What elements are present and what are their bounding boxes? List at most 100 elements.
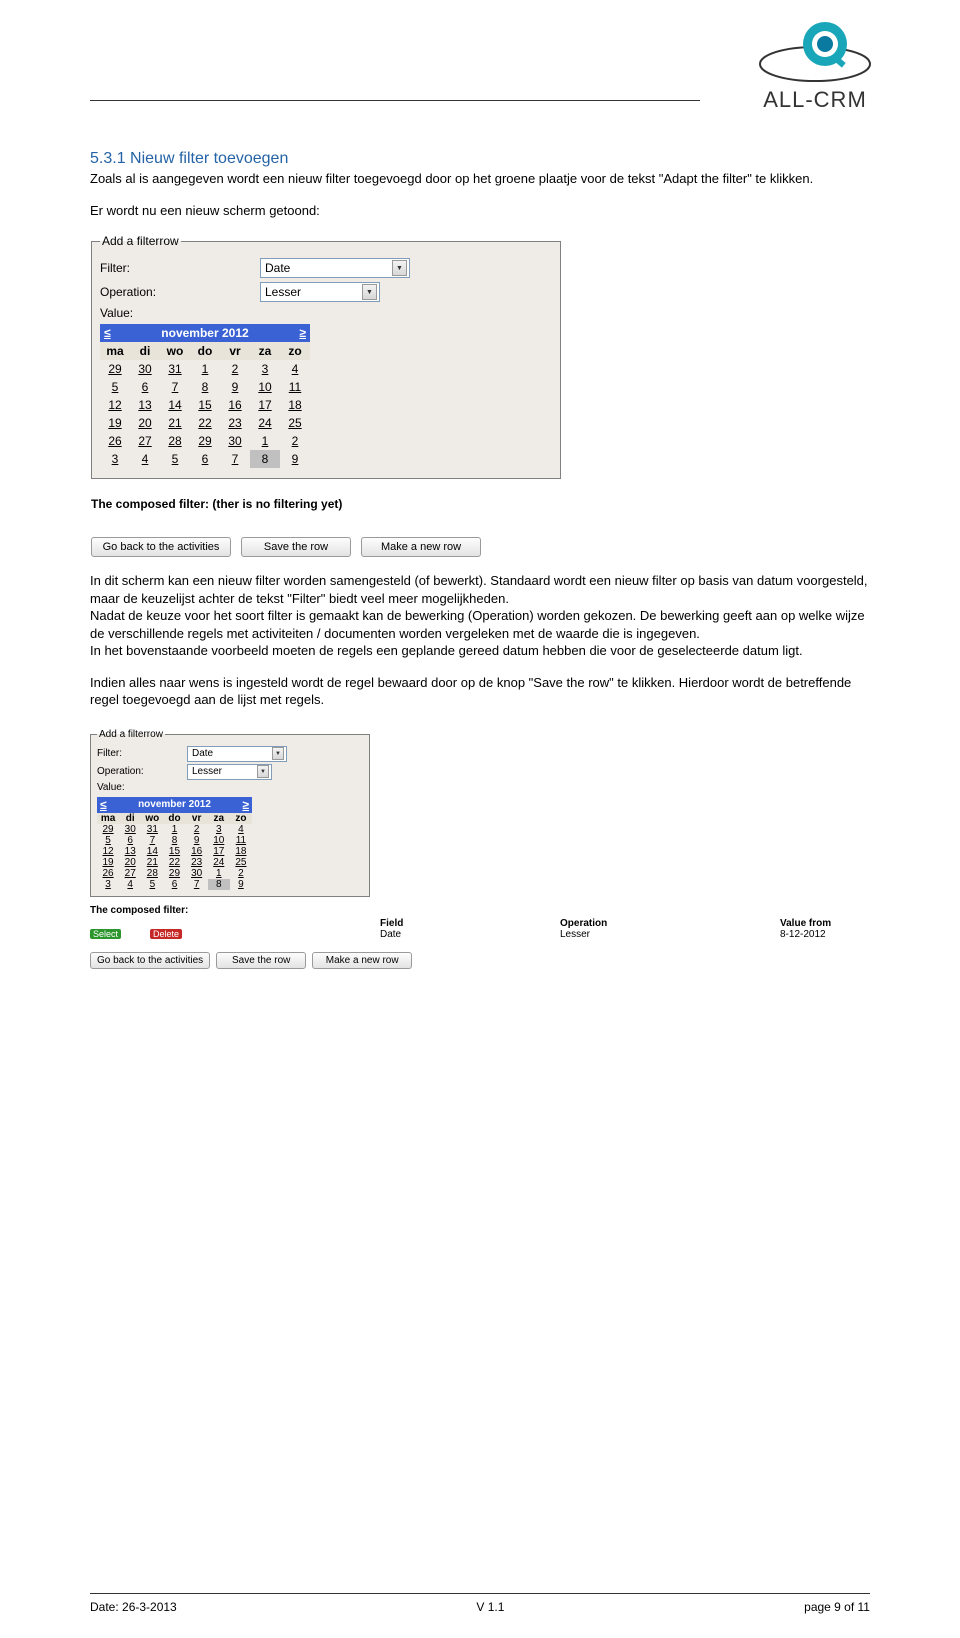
calendar-day[interactable]: 3 xyxy=(250,360,280,378)
calendar-day[interactable]: 28 xyxy=(141,868,163,879)
calendar-day[interactable]: 23 xyxy=(186,857,208,868)
calendar-day[interactable]: 2 xyxy=(230,868,252,879)
calendar-day[interactable]: 5 xyxy=(141,879,163,890)
go-back-button-2[interactable]: Go back to the activities xyxy=(90,952,210,969)
calendar-day[interactable]: 4 xyxy=(119,879,141,890)
calendar-day[interactable]: 1 xyxy=(190,360,220,378)
calendar-day[interactable]: 11 xyxy=(230,835,252,846)
prev-month-icon[interactable]: ≤ xyxy=(100,798,107,812)
calendar-day[interactable]: 9 xyxy=(280,450,310,468)
calendar-day[interactable]: 3 xyxy=(97,879,119,890)
calendar-day[interactable]: 21 xyxy=(141,857,163,868)
calendar-day[interactable]: 4 xyxy=(230,824,252,835)
calendar-day[interactable]: 30 xyxy=(220,432,250,450)
calendar-day[interactable]: 8 xyxy=(208,879,230,890)
calendar-day[interactable]: 7 xyxy=(186,879,208,890)
calendar-day[interactable]: 8 xyxy=(190,378,220,396)
calendar-day[interactable]: 29 xyxy=(100,360,130,378)
calendar-day[interactable]: 15 xyxy=(190,396,220,414)
calendar-day[interactable]: 4 xyxy=(130,450,160,468)
calendar-day[interactable]: 7 xyxy=(160,378,190,396)
calendar-day[interactable]: 6 xyxy=(130,378,160,396)
calendar-day[interactable]: 2 xyxy=(280,432,310,450)
calendar-day[interactable]: 1 xyxy=(250,432,280,450)
calendar-day[interactable]: 29 xyxy=(190,432,220,450)
calendar-day[interactable]: 26 xyxy=(100,432,130,450)
calendar-day[interactable]: 7 xyxy=(220,450,250,468)
calendar-day[interactable]: 18 xyxy=(280,396,310,414)
calendar-day[interactable]: 12 xyxy=(100,396,130,414)
calendar-day[interactable]: 1 xyxy=(163,824,185,835)
calendar-day[interactable]: 30 xyxy=(119,824,141,835)
new-row-button-2[interactable]: Make a new row xyxy=(312,952,412,969)
calendar-day[interactable]: 16 xyxy=(186,846,208,857)
save-row-button[interactable]: Save the row xyxy=(241,537,351,557)
filter-select-2[interactable]: Date ▼ xyxy=(187,746,287,762)
save-row-button-2[interactable]: Save the row xyxy=(216,952,306,969)
calendar-day[interactable]: 7 xyxy=(141,835,163,846)
calendar-day[interactable]: 14 xyxy=(141,846,163,857)
date-picker-2[interactable]: ≤ november 2012 ≥ madiwodovrzazo 2930311… xyxy=(97,797,252,890)
calendar-day[interactable]: 9 xyxy=(230,879,252,890)
next-month-icon[interactable]: ≥ xyxy=(299,326,306,340)
calendar-day[interactable]: 10 xyxy=(250,378,280,396)
calendar-day[interactable]: 17 xyxy=(250,396,280,414)
calendar-day[interactable]: 22 xyxy=(163,857,185,868)
calendar-day[interactable]: 22 xyxy=(190,414,220,432)
calendar-day[interactable]: 25 xyxy=(280,414,310,432)
calendar-day[interactable]: 14 xyxy=(160,396,190,414)
calendar-day[interactable]: 29 xyxy=(163,868,185,879)
calendar-day[interactable]: 10 xyxy=(208,835,230,846)
calendar-day[interactable]: 24 xyxy=(208,857,230,868)
calendar-day[interactable]: 23 xyxy=(220,414,250,432)
calendar-day[interactable]: 5 xyxy=(160,450,190,468)
calendar-day[interactable]: 21 xyxy=(160,414,190,432)
calendar-day[interactable]: 27 xyxy=(119,868,141,879)
calendar-day[interactable]: 29 xyxy=(97,824,119,835)
calendar-day[interactable]: 25 xyxy=(230,857,252,868)
calendar-day[interactable]: 9 xyxy=(220,378,250,396)
calendar-day[interactable]: 18 xyxy=(230,846,252,857)
calendar-day[interactable]: 19 xyxy=(97,857,119,868)
filter-select[interactable]: Date ▼ xyxy=(260,258,410,278)
calendar-day[interactable]: 30 xyxy=(130,360,160,378)
calendar-day[interactable]: 6 xyxy=(190,450,220,468)
calendar-day[interactable]: 20 xyxy=(130,414,160,432)
calendar-day[interactable]: 28 xyxy=(160,432,190,450)
calendar-day[interactable]: 31 xyxy=(141,824,163,835)
calendar-day[interactable]: 24 xyxy=(250,414,280,432)
calendar-day[interactable]: 11 xyxy=(280,378,310,396)
calendar-day[interactable]: 4 xyxy=(280,360,310,378)
calendar-day[interactable]: 8 xyxy=(250,450,280,468)
calendar-day[interactable]: 2 xyxy=(186,824,208,835)
operation-select-2[interactable]: Lesser ▼ xyxy=(187,764,272,780)
new-row-button[interactable]: Make a new row xyxy=(361,537,481,557)
select-pill[interactable]: Select xyxy=(90,929,121,939)
calendar-day[interactable]: 27 xyxy=(130,432,160,450)
calendar-day[interactable]: 5 xyxy=(100,378,130,396)
calendar-day[interactable]: 1 xyxy=(208,868,230,879)
calendar-day[interactable]: 17 xyxy=(208,846,230,857)
date-picker[interactable]: ≤ november 2012 ≥ madiwodovrzazo 2930311… xyxy=(100,324,310,468)
next-month-icon[interactable]: ≥ xyxy=(242,798,249,812)
calendar-day[interactable]: 8 xyxy=(163,835,185,846)
calendar-day[interactable]: 13 xyxy=(130,396,160,414)
calendar-day[interactable]: 15 xyxy=(163,846,185,857)
calendar-day[interactable]: 3 xyxy=(100,450,130,468)
calendar-day[interactable]: 9 xyxy=(186,835,208,846)
calendar-day[interactable]: 3 xyxy=(208,824,230,835)
calendar-day[interactable]: 6 xyxy=(163,879,185,890)
calendar-day[interactable]: 2 xyxy=(220,360,250,378)
calendar-day[interactable]: 13 xyxy=(119,846,141,857)
delete-pill[interactable]: Delete xyxy=(150,929,182,939)
operation-select[interactable]: Lesser ▼ xyxy=(260,282,380,302)
calendar-day[interactable]: 16 xyxy=(220,396,250,414)
calendar-day[interactable]: 26 xyxy=(97,868,119,879)
go-back-button[interactable]: Go back to the activities xyxy=(91,537,231,557)
calendar-day[interactable]: 12 xyxy=(97,846,119,857)
calendar-day[interactable]: 6 xyxy=(119,835,141,846)
calendar-day[interactable]: 5 xyxy=(97,835,119,846)
prev-month-icon[interactable]: ≤ xyxy=(104,326,111,340)
calendar-day[interactable]: 31 xyxy=(160,360,190,378)
calendar-day[interactable]: 19 xyxy=(100,414,130,432)
